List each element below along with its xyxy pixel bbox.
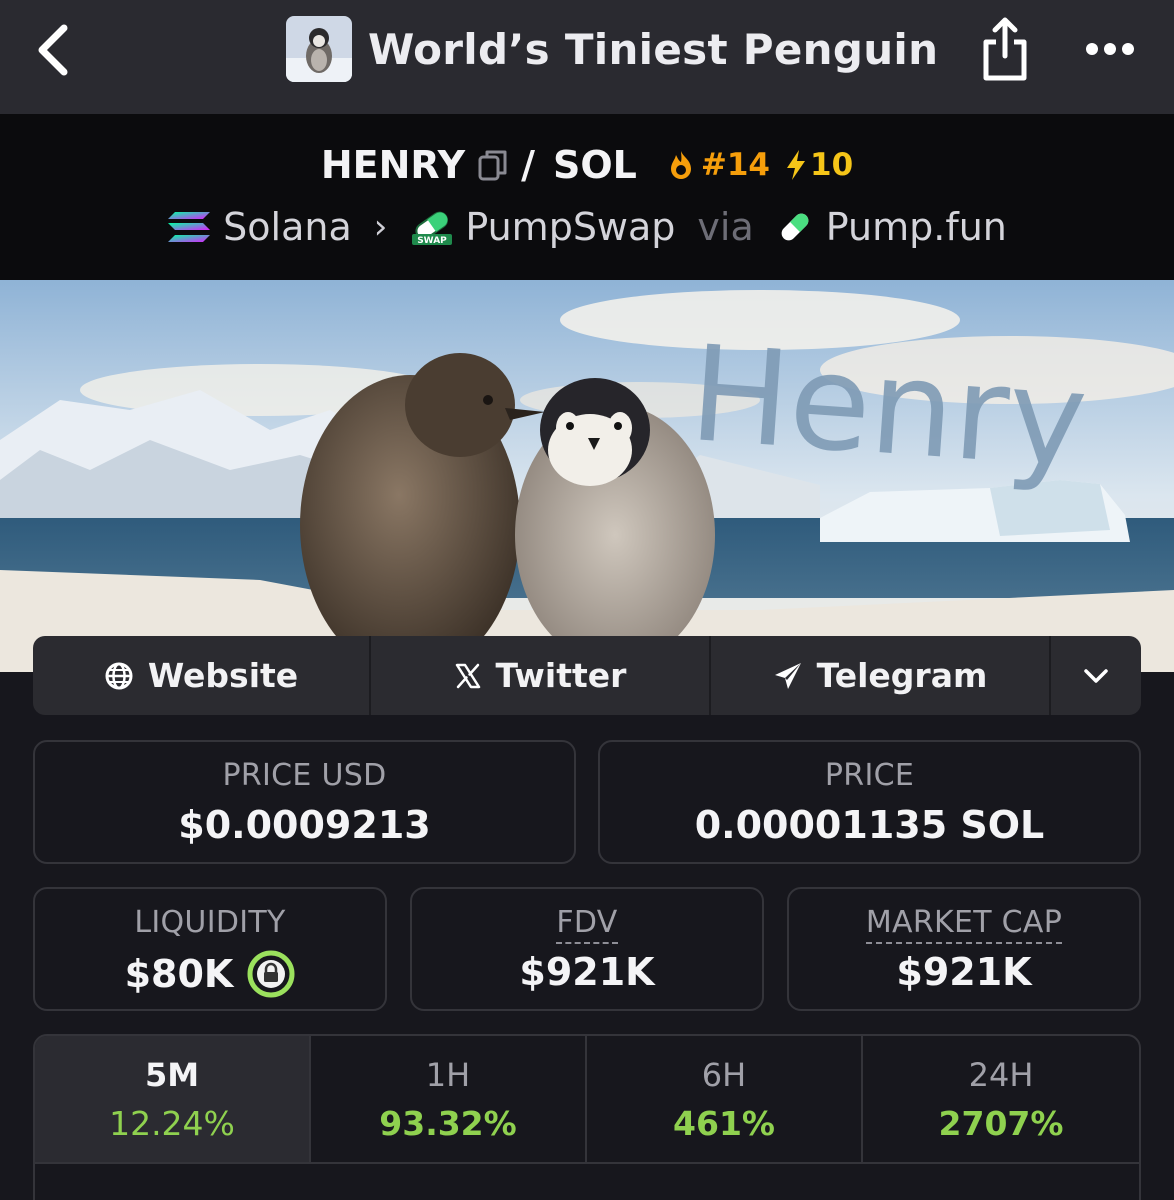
token-avatar [286,16,352,82]
fdv-value: $921K [519,950,655,994]
lock-icon[interactable] [247,950,295,998]
price-native-label: PRICE [824,758,915,793]
price-usd-card: PRICE USD $0.0009213 [33,740,576,864]
tab-6h[interactable]: 6H 461% [587,1036,863,1162]
fdv-label: FDV [556,905,618,944]
price-change: 12.24% [109,1104,235,1143]
tab-1h[interactable]: 1H 93.32% [311,1036,587,1162]
timeframe-label: 6H [701,1056,747,1094]
price-native-card: PRICE 0.00001135 SOL [598,740,1141,864]
back-button[interactable] [30,22,80,78]
liquidity-label: LIQUIDITY [134,905,286,940]
chevron-right-icon: › [373,207,388,247]
timeframe-label: 24H [968,1056,1034,1094]
lightning-icon [787,150,806,180]
page-title: World’s Tiniest Penguin [368,24,939,74]
price-change: 461% [673,1104,775,1143]
price-change: 93.32% [379,1104,517,1143]
token-banner: Henry [0,280,1174,672]
price-change: 2707% [938,1104,1064,1143]
base-token-symbol: HENRY [320,143,466,187]
launchpad-name[interactable]: Pump.fun [826,205,1007,249]
pair-title-row: HENRY / SOL #14 10 [0,138,1174,192]
copy-address-icon[interactable] [477,148,509,182]
price-usd-label: PRICE USD [222,758,387,793]
twitter-button[interactable]: Twitter [371,636,711,715]
market-cap-card[interactable]: MARKET CAP $921K [787,887,1141,1011]
tab-24h[interactable]: 24H 2707% [863,1036,1139,1162]
trending-rank-badge[interactable]: #14 [667,147,770,183]
via-label: via [697,205,754,249]
tab-5m[interactable]: 5M 12.24% [35,1036,311,1162]
liquidity-value: $80K [124,952,234,996]
boost-count: 10 [810,147,854,183]
share-button[interactable] [978,16,1032,84]
x-logo-icon [455,663,480,688]
price-native-value: 0.00001135 SOL [694,803,1045,847]
chain-name[interactable]: Solana [223,205,352,249]
chain-breadcrumb: Solana › SWAP PumpSwap via Pump.fun [0,200,1174,254]
website-button[interactable]: Website [33,636,371,715]
telegram-plane-icon [774,662,801,689]
timeframe-stats: 5M 12.24% 1H 93.32% 6H 461% 24H 2707% [33,1034,1141,1200]
globe-icon [105,662,133,689]
market-cap-value: $921K [896,950,1032,994]
market-cap-label: MARKET CAP [865,905,1063,944]
telegram-button[interactable]: Telegram [711,636,1051,715]
top-app-bar: World’s Tiniest Penguin [0,0,1174,114]
flame-icon [670,151,691,179]
fdv-card[interactable]: FDV $921K [410,887,764,1011]
svg-text:SWAP: SWAP [418,236,448,246]
chevron-down-icon [1084,668,1108,683]
trending-rank: #14 [700,147,771,183]
website-label: Website [147,656,299,695]
boost-badge[interactable]: 10 [784,147,853,183]
dex-name[interactable]: PumpSwap [465,205,675,249]
more-links-button[interactable] [1051,636,1141,715]
social-links-bar: Website Twitter Telegram [33,636,1141,715]
banner-henry-text: Henry [685,317,1091,498]
liquidity-card: LIQUIDITY $80K [33,887,387,1011]
pair-separator: / [521,143,535,187]
title-group: World’s Tiniest Penguin [286,16,938,82]
twitter-label: Twitter [495,656,627,695]
chevron-left-icon [38,24,68,76]
quote-token-symbol: SOL [553,143,637,187]
telegram-label: Telegram [816,656,988,695]
more-options-button[interactable] [1084,34,1136,64]
timeframe-label: 1H [425,1056,471,1094]
price-usd-value: $0.0009213 [178,803,431,847]
pumpswap-logo-icon: SWAP [412,211,453,246]
pumpfun-logo-icon [781,213,809,241]
share-icon [983,17,1027,81]
solana-logo-icon [168,212,211,242]
timeframe-label: 5M [144,1056,200,1094]
more-dots-icon [1086,43,1134,55]
